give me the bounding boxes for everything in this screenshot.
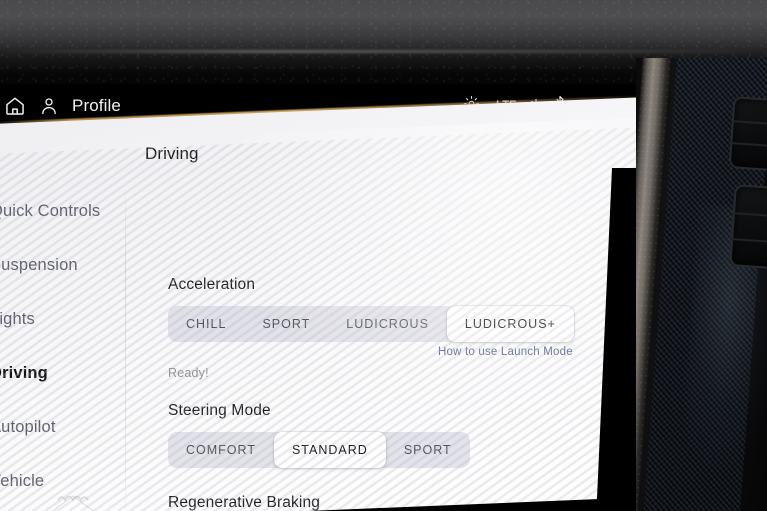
acceleration-option-sport[interactable]: SPORT — [244, 306, 328, 342]
acceleration-option-ludicrous[interactable]: LUDICROUS — [328, 306, 447, 342]
sidebar-item-driving[interactable]: Driving — [0, 346, 136, 400]
dashboard-right-trim — [636, 58, 767, 511]
person-icon[interactable] — [39, 96, 59, 116]
sidebar-item-suspension[interactable]: Suspension — [0, 238, 136, 292]
sidebar-item-label: Lights — [0, 309, 35, 328]
sidebar-item-label: Vehicle — [0, 471, 45, 490]
settings-sidebar: Quick Controls Suspension Lights Driving… — [0, 184, 136, 508]
home-icon[interactable] — [4, 95, 26, 117]
settings-surface: Driving Quick Controls Suspension Lights… — [0, 96, 658, 511]
steering-option-comfort[interactable]: COMFORT — [168, 432, 274, 468]
steering-option-standard[interactable]: STANDARD — [273, 432, 386, 468]
acceleration-title: Acceleration — [168, 276, 256, 293]
sidebar-item-autopilot[interactable]: Autopilot — [0, 400, 136, 454]
sidebar-item-lights[interactable]: Lights — [0, 292, 136, 346]
air-vent-upper — [728, 96, 767, 172]
profile-label[interactable]: Profile — [72, 96, 121, 116]
acceleration-option-chill[interactable]: CHILL — [168, 306, 244, 342]
acceleration-section: Acceleration CHILL SPORT LUDICROUS LUDIC… — [168, 276, 574, 342]
sidebar-item-quick-controls[interactable]: Quick Controls — [0, 184, 136, 238]
acceleration-status: Ready! — [168, 366, 209, 380]
air-vent-lower — [729, 184, 767, 270]
sidebar-item-label: Autopilot — [0, 417, 56, 436]
steering-mode-title: Steering Mode — [168, 402, 271, 419]
sidebar-item-label: Suspension — [0, 255, 78, 274]
regenerative-braking-title: Regenerative Braking — [168, 494, 321, 511]
photo-root: Profile LTE 5:19 — [0, 0, 767, 511]
steering-mode-section: Steering Mode COMFORT STANDARD SPORT — [168, 402, 470, 468]
sidebar-item-label: Quick Controls — [0, 201, 101, 220]
regenerative-braking-section: Regenerative Braking LOW STANDARD — [168, 494, 347, 511]
steering-option-sport[interactable]: SPORT — [386, 432, 470, 468]
sidebar-item-vehicle[interactable]: Vehicle — [0, 454, 136, 508]
dashboard-highlight — [0, 50, 767, 53]
page-title: Driving — [145, 144, 199, 163]
tesla-touchscreen: Profile LTE 5:19 — [0, 84, 660, 511]
acceleration-segmented-control: CHILL SPORT LUDICROUS LUDICROUS+ — [168, 306, 574, 342]
launch-mode-link[interactable]: How to use Launch Mode — [438, 346, 573, 358]
sidebar-item-label: Driving — [0, 363, 48, 382]
steering-mode-segmented-control: COMFORT STANDARD SPORT — [168, 432, 470, 468]
sidebar-divider — [125, 179, 126, 511]
acceleration-option-ludicrous-plus[interactable]: LUDICROUS+ — [446, 306, 574, 342]
